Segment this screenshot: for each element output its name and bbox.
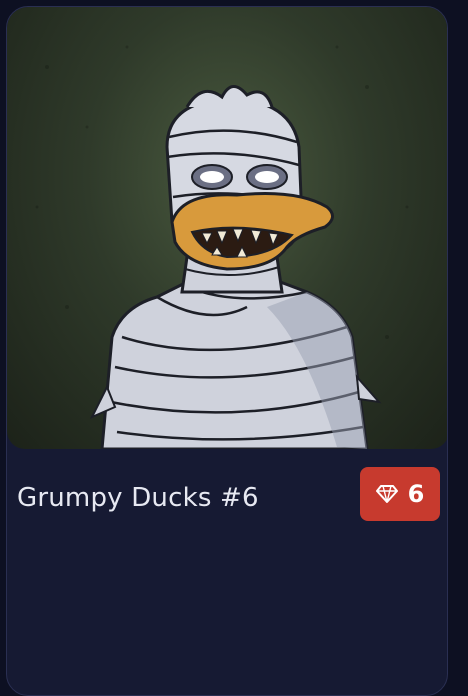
mummy-duck-image [35, 45, 409, 449]
nft-card[interactable]: Grumpy Ducks #6 6 [6, 6, 448, 696]
nft-artwork[interactable] [7, 7, 447, 449]
badge-value: 6 [407, 480, 425, 508]
gem-icon [375, 485, 398, 503]
card-title: Grumpy Ducks #6 [17, 483, 259, 513]
price-badge[interactable]: 6 [360, 467, 440, 521]
